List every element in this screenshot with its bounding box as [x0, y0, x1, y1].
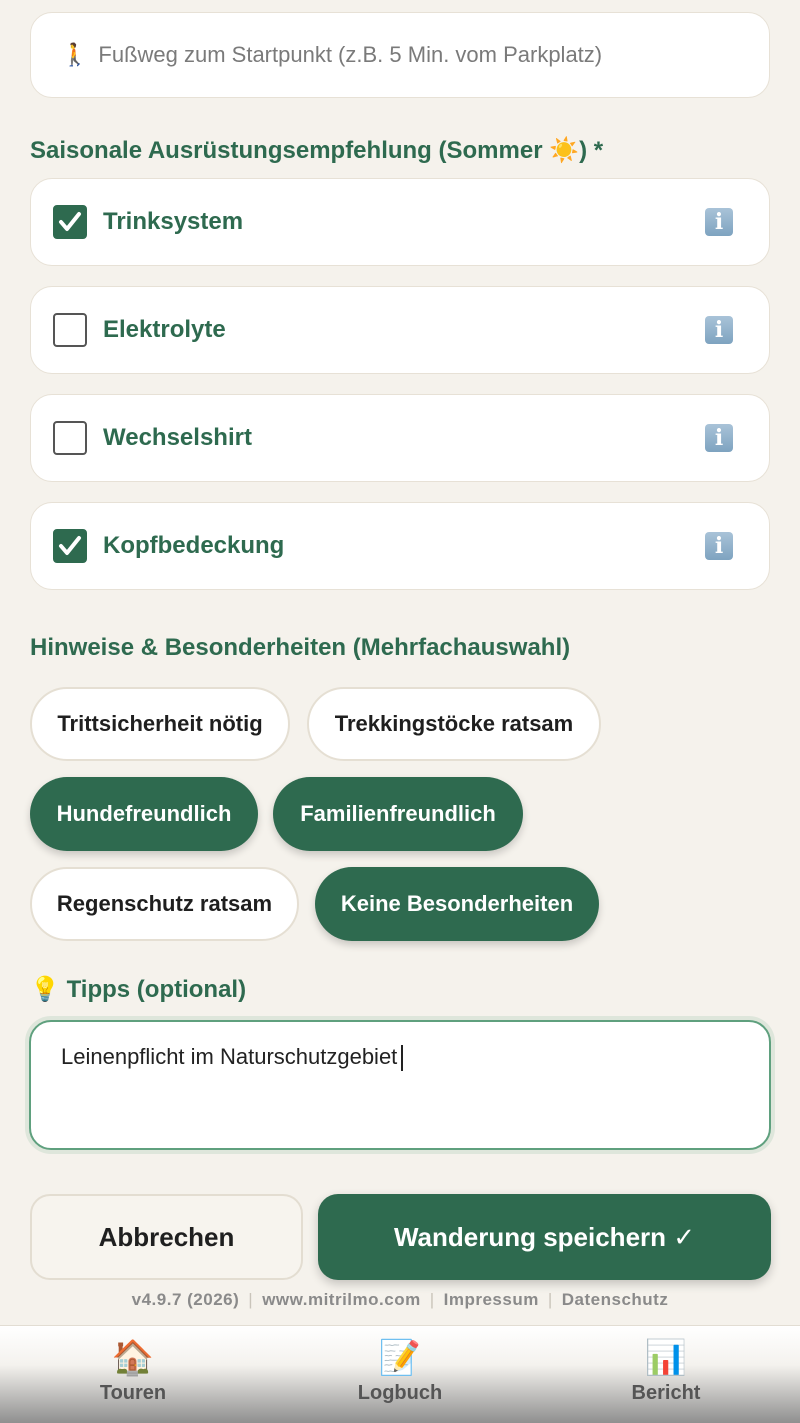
tab-label: Touren [99, 1382, 167, 1404]
save-hike-button[interactable]: Wanderung speichern ✓ [318, 1194, 771, 1280]
imprint-link[interactable]: Impressum [444, 1290, 539, 1309]
kopfbedeckung-checkbox[interactable] [53, 529, 87, 563]
info-icon[interactable]: i [705, 424, 733, 452]
seasonal-gear-heading: Saisonale Ausrüstungsempfehlung (Sommer … [30, 137, 604, 164]
website-link[interactable]: www.mitrilmo.com [262, 1290, 421, 1309]
hints-heading: Hinweise & Besonderheiten (Mehrfachauswa… [30, 634, 571, 661]
chip-trittsicherheit[interactable]: Trittsicherheit nötig [30, 687, 290, 761]
lightbulb-icon: 💡 [30, 976, 60, 1003]
walk-to-start-field[interactable]: 🚶 [30, 12, 770, 98]
tips-heading-text: Tipps (optional) [66, 976, 247, 1003]
gear-label: Kopfbedeckung [103, 532, 285, 559]
hiker-icon: 🚶 [61, 42, 89, 67]
cancel-button[interactable]: Abbrechen [30, 1194, 303, 1280]
tips-text: Leinenpflicht im Naturschutzgebiet [61, 1044, 398, 1069]
tips-heading: 💡 Tipps (optional) [30, 975, 246, 1004]
memo-icon: 📝 [378, 1339, 422, 1377]
tips-textarea[interactable]: Leinenpflicht im Naturschutzgebiet [29, 1020, 771, 1150]
gear-label: Wechselshirt [103, 424, 252, 451]
tab-touren[interactable]: 🏠 Touren [63, 1338, 203, 1405]
gear-row-kopfbedeckung[interactable]: Kopfbedeckung i [30, 502, 770, 590]
chip-familienfreundlich[interactable]: Familienfreundlich [273, 777, 523, 851]
gear-row-wechselshirt[interactable]: Wechselshirt i [30, 394, 770, 482]
walk-to-start-input[interactable] [96, 41, 769, 69]
checkmark-icon [59, 536, 81, 555]
tab-label: Bericht [631, 1382, 701, 1404]
text-cursor [401, 1045, 404, 1072]
bar-chart-icon: 📊 [644, 1339, 688, 1377]
chip-trekkingstoecke[interactable]: Trekkingstöcke ratsam [307, 687, 601, 761]
chip-keine-besonderheiten[interactable]: Keine Besonderheiten [315, 867, 599, 941]
gear-label: Elektrolyte [103, 316, 226, 343]
info-icon[interactable]: i [705, 208, 733, 236]
tab-bericht[interactable]: 📊 Bericht [596, 1338, 736, 1405]
tab-label: Logbuch [357, 1382, 443, 1404]
chip-regenschutz[interactable]: Regenschutz ratsam [30, 867, 299, 941]
info-icon[interactable]: i [705, 316, 733, 344]
wechselshirt-checkbox[interactable] [53, 421, 87, 455]
chip-hundefreundlich[interactable]: Hundefreundlich [30, 777, 258, 851]
checkmark-icon [59, 212, 81, 231]
gear-label: Trinksystem [103, 208, 244, 235]
elektrolyte-checkbox[interactable] [53, 313, 87, 347]
info-icon[interactable]: i [705, 532, 733, 560]
gear-row-trinksystem[interactable]: Trinksystem i [30, 178, 770, 266]
bottom-tab-bar: 🏠 Touren 📝 Logbuch 📊 Bericht [0, 1325, 800, 1423]
trinksystem-checkbox[interactable] [53, 205, 87, 239]
version-text: v4.9.7 (2026) [131, 1290, 240, 1309]
gear-row-elektrolyte[interactable]: Elektrolyte i [30, 286, 770, 374]
tab-logbuch[interactable]: 📝 Logbuch [330, 1338, 470, 1405]
footer: v4.9.7 (2026) | www.mitrilmo.com | Impressum… [131, 1290, 669, 1309]
privacy-link[interactable]: Datenschutz [562, 1290, 669, 1309]
house-icon: 🏠 [111, 1339, 155, 1377]
